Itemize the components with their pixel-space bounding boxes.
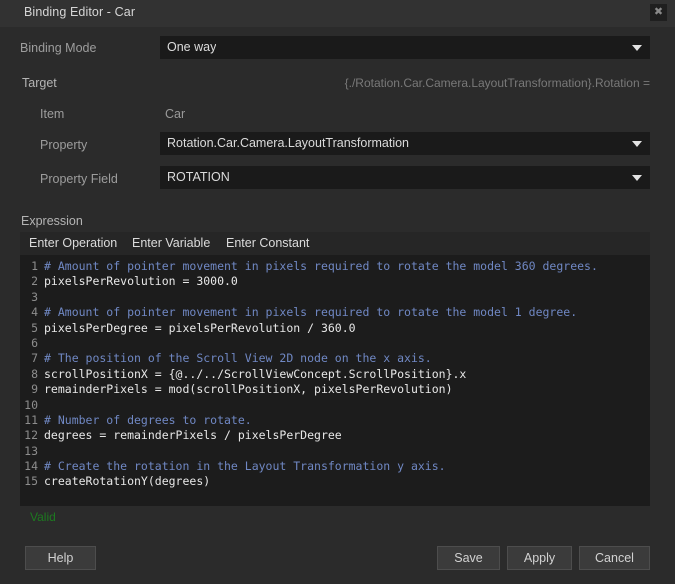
line-number: 6 [31,335,38,350]
title-bar: Binding Editor - Car ✖ [0,0,675,27]
line-number: 7 [31,351,38,366]
code-line: 8 scrollPositionX = {@../../ScrollViewCon… [20,367,650,382]
code-line: 12 degrees = remainderPixels / pixelsPerD… [20,428,650,443]
code-text: # Number of degrees to rotate. [44,412,252,427]
chevron-down-icon [632,45,642,51]
enter-variable-button[interactable]: Enter Variable [132,236,210,250]
status-badge: Valid [30,510,56,524]
line-number: 11 [24,412,38,427]
property-field-value: ROTATION [167,170,230,184]
line-number: 12 [24,428,38,443]
code-text: createRotationY(degrees) [44,474,211,489]
property-field-label: Property Field [40,172,118,186]
chevron-down-icon [632,141,642,147]
code-line: 11 # Number of degrees to rotate. [20,413,650,428]
window-title: Binding Editor - Car [24,5,136,19]
property-label: Property [40,138,88,152]
code-line: 5 pixelsPerDegree = pixelsPerRevolution /… [20,321,650,336]
property-value: Rotation.Car.Camera.LayoutTransformation [167,136,410,150]
expression-editor: Enter Operation Enter Variable Enter Con… [20,232,650,506]
binding-mode-dropdown[interactable]: One way [160,36,650,59]
target-binding-path: {./Rotation.Car.Camera.LayoutTransformat… [344,76,650,90]
line-number: 5 [31,320,38,335]
chevron-down-icon [632,175,642,181]
enter-operation-button[interactable]: Enter Operation [29,236,117,250]
line-number: 13 [24,443,38,458]
code-line: 13 [20,444,650,459]
code-line: 1 # Amount of pointer movement in pixels … [20,259,650,274]
code-line: 10 [20,398,650,413]
code-line: 15 createRotationY(degrees) [20,474,650,489]
code-text: degrees = remainderPixels / pixelsPerDeg… [44,428,342,443]
line-number: 4 [31,305,38,320]
expression-section-label: Expression [21,214,83,228]
code-line: 2 pixelsPerRevolution = 3000.0 [20,274,650,289]
item-value: Car [165,107,186,121]
property-dropdown[interactable]: Rotation.Car.Camera.LayoutTransformation [160,132,650,155]
code-text: scrollPositionX = {@../../ScrollViewConc… [44,366,467,381]
code-text: pixelsPerRevolution = 3000.0 [44,274,238,289]
cancel-button[interactable]: Cancel [579,546,650,570]
code-text: # Amount of pointer movement in pixels r… [44,305,578,320]
code-line: 4 # Amount of pointer movement in pixels … [20,305,650,320]
property-field-dropdown[interactable]: ROTATION [160,166,650,189]
binding-editor-dialog: Binding Editor - Car ✖ Binding Mode One … [0,0,675,584]
line-number: 15 [24,474,38,489]
code-line: 7 # The position of the Scroll View 2D no… [20,351,650,366]
code-line: 6 [20,336,650,351]
expression-code-input[interactable]: 1 # Amount of pointer movement in pixels … [20,255,650,506]
expression-toolbar: Enter Operation Enter Variable Enter Con… [20,232,650,255]
code-line: 9 remainderPixels = mod(scrollPositionX, … [20,382,650,397]
binding-mode-label: Binding Mode [20,41,97,55]
code-text: # Amount of pointer movement in pixels r… [44,259,598,273]
line-number: 2 [31,274,38,289]
code-text: # The position of the Scroll View 2D nod… [44,351,432,366]
save-button[interactable]: Save [437,546,500,570]
binding-mode-value: One way [167,40,217,54]
apply-button[interactable]: Apply [507,546,572,570]
line-number: 3 [31,289,38,304]
code-line: 3 [20,290,650,305]
help-button[interactable]: Help [25,546,96,570]
line-number: 10 [24,397,38,412]
close-icon[interactable]: ✖ [650,4,667,21]
enter-constant-button[interactable]: Enter Constant [226,236,309,250]
line-number: 1 [31,259,38,273]
code-text: # Create the rotation in the Layout Tran… [44,459,446,474]
code-text: remainderPixels = mod(scrollPositionX, p… [44,382,453,397]
code-text: pixelsPerDegree = pixelsPerRevolution / … [44,320,356,335]
target-section-label: Target [22,76,57,90]
line-number: 14 [24,459,38,474]
code-line: 14 # Create the rotation in the Layout Tr… [20,459,650,474]
line-number: 8 [31,366,38,381]
line-number: 9 [31,382,38,397]
item-label: Item [40,107,65,121]
